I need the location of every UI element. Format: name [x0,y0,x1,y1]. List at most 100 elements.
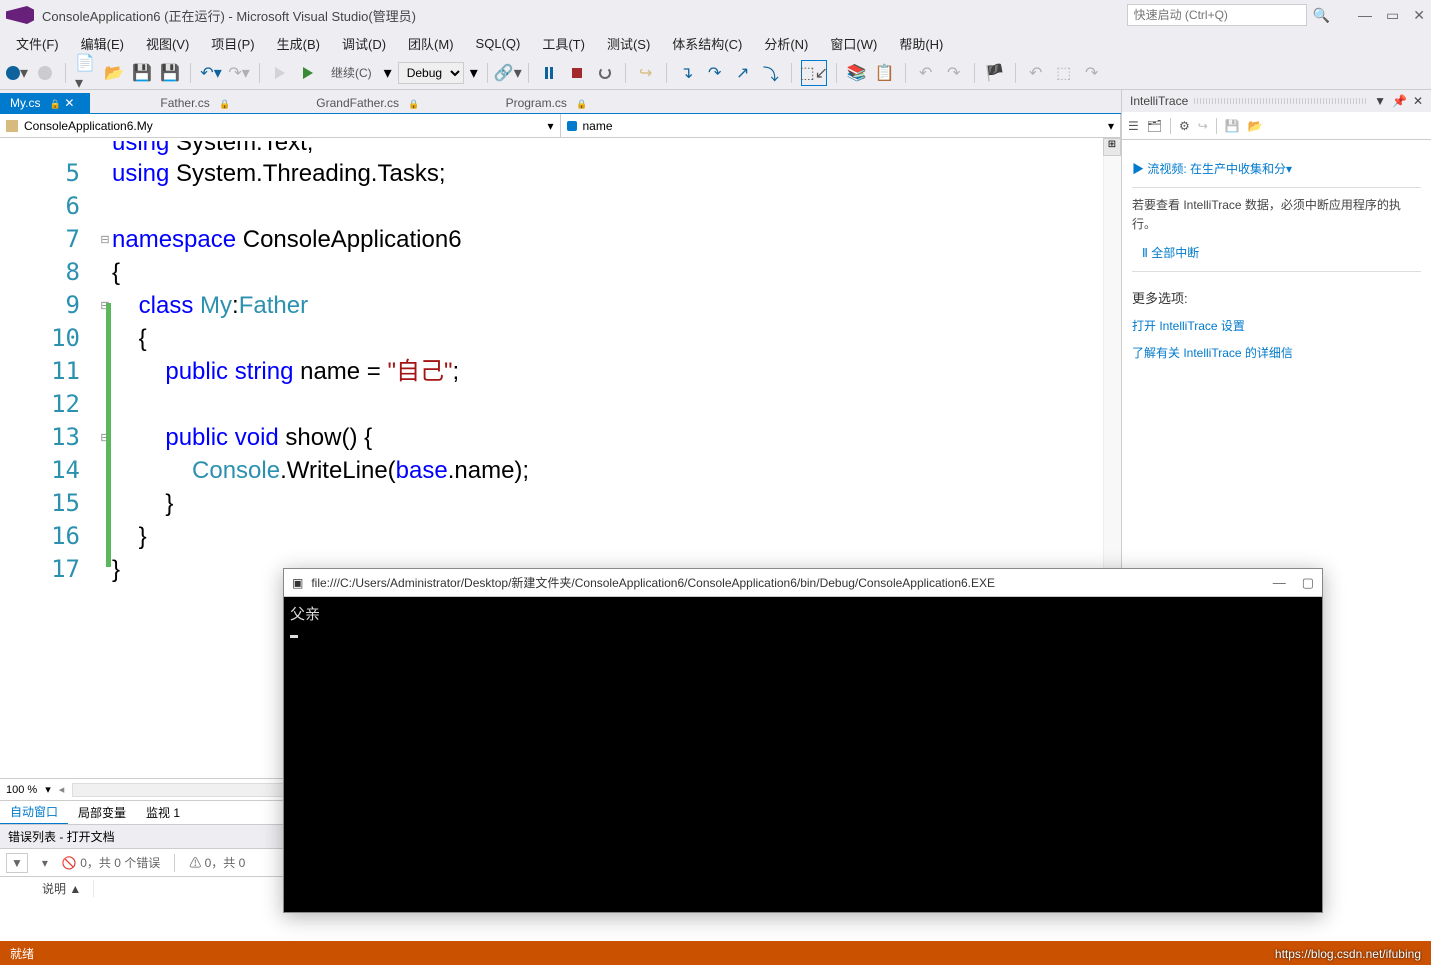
step-into-button[interactable]: ↴ [676,62,698,84]
menu-item[interactable]: 体系结构(C) [662,32,752,55]
console-maximize[interactable]: ▢ [1302,575,1314,591]
menu-item[interactable]: 调试(D) [332,32,396,55]
more-options-label: 更多选项: [1132,288,1421,307]
search-icon[interactable]: 🔍 [1307,7,1336,24]
flag-button[interactable]: 🏴 [984,62,1006,84]
extra1-button[interactable]: ↶ [1025,62,1047,84]
redo-button[interactable]: ↷▾ [228,62,250,84]
file-tab[interactable]: Program.cs 🔒 [496,93,604,113]
nav-forward-button[interactable] [34,62,56,84]
minimize-button[interactable]: — [1358,7,1372,24]
threads-button[interactable]: 📋 [874,62,896,84]
open-button[interactable]: 📂 [103,62,125,84]
extra3-button[interactable]: ↷ [1081,62,1103,84]
field-icon [567,121,577,131]
output-tab[interactable]: 自动窗口 [0,800,68,825]
output-tab[interactable]: 局部变量 [68,801,136,824]
it-save-icon[interactable]: 💾 [1225,119,1240,133]
class-icon [6,120,18,132]
title-bar: ConsoleApplication6 (正在运行) - Microsoft V… [0,0,1431,30]
restart-button[interactable] [594,62,616,84]
step-button[interactable]: ⤵ [760,62,782,84]
member-combo[interactable]: name ▾ [561,114,1122,137]
pause-button[interactable] [538,62,560,84]
nav-back-button[interactable]: ▾ [6,62,28,84]
quick-launch-input[interactable] [1127,4,1307,26]
menu-item[interactable]: 团队(M) [398,32,464,55]
nav-strip: ConsoleApplication6.My ▾ name ▾ [0,114,1121,138]
status-bar: 就绪 [0,941,1431,965]
menu-item[interactable]: 编辑(E) [71,32,134,55]
change-indicator [106,303,111,567]
learn-more-link[interactable]: 了解有关 IntelliTrace 的详细信 [1132,344,1421,361]
menu-item[interactable]: 帮助(H) [889,32,953,55]
menu-item[interactable]: 生成(B) [267,32,330,55]
class-combo[interactable]: ConsoleApplication6.My ▾ [0,114,561,137]
file-tab[interactable]: My.cs 🔒 ✕ [0,93,90,113]
it-list-icon[interactable]: ☰ [1128,119,1139,133]
it-arrow-icon[interactable]: ↪ [1198,119,1208,133]
menu-item[interactable]: 视图(V) [136,32,199,55]
file-tabs: My.cs 🔒 ✕ Father.cs 🔒 GrandFather.cs 🔒 Prog… [0,90,1121,114]
menu-item[interactable]: SQL(Q) [466,34,531,53]
new-project-button[interactable]: 📄▾ [75,62,97,84]
chevron-down-icon: ▾ [547,119,553,133]
error-count[interactable]: 🚫 0，共 0 个错误 [62,854,160,871]
file-tab[interactable]: GrandFather.cs 🔒 [306,93,435,113]
start-button-grey[interactable] [269,62,291,84]
hex-toggle[interactable]: ⬚↙ [801,60,827,86]
stop-button[interactable] [566,62,588,84]
console-output: 父亲 [284,597,1322,912]
config-select[interactable]: Debug [398,62,464,84]
warning-count[interactable]: ⚠ 0，共 0 [189,854,245,871]
filter-button[interactable]: ▼ [6,853,28,873]
show-next-button[interactable]: ↪ [635,62,657,84]
undo-db-button[interactable]: ↶ [915,62,937,84]
close-button[interactable]: ✕ [1413,7,1425,24]
open-settings-link[interactable]: 打开 IntelliTrace 设置 [1132,317,1421,334]
redo-db-button[interactable]: ↷ [943,62,965,84]
console-window[interactable]: ▣ file:///C:/Users/Administrator/Desktop… [283,568,1323,913]
window-title: ConsoleApplication6 (正在运行) - Microsoft V… [42,6,1119,25]
output-tab[interactable]: 监视 1 [136,801,190,824]
menu-item[interactable]: 文件(F) [6,32,69,55]
toolbar: ▾ 📄▾ 📂 💾 💾 ↶▾ ↷▾ 继续(C)▾ Debug▾ 🔗▾ ↪ ↴ ↷ … [0,56,1431,90]
intellitrace-msg: 若要查看 IntelliTrace 数据，必须中断应用程序的执行。 [1132,196,1421,234]
continue-button[interactable] [297,62,319,84]
it-open-icon[interactable]: 📂 [1248,119,1263,133]
step-out-button[interactable]: ↗ [732,62,754,84]
menu-item[interactable]: 项目(P) [201,32,264,55]
menu-item[interactable]: 工具(T) [532,32,595,55]
file-tab[interactable]: Father.cs 🔒 [150,93,246,113]
step-over-button[interactable]: ↷ [704,62,726,84]
split-editor-icon[interactable]: ⊞ [1103,138,1121,156]
undo-button[interactable]: ↶▾ [200,62,222,84]
pin-icon[interactable]: 📌 [1392,94,1407,108]
maximize-button[interactable]: ▭ [1386,7,1399,24]
menu-item[interactable]: 分析(N) [754,32,818,55]
menu-bar: 文件(F)编辑(E)视图(V)项目(P)生成(B)调试(D)团队(M)SQL(Q… [0,30,1431,56]
continue-label[interactable]: 继续(C) [325,62,378,83]
extra2-button[interactable]: ⬚ [1053,62,1075,84]
vs-logo-icon [6,6,34,24]
frames-button[interactable]: 📚 [846,62,868,84]
footer-link: https://blog.csdn.net/ifubing [1275,947,1421,961]
intellitrace-title: IntelliTrace [1130,94,1188,108]
break-all-link[interactable]: Ⅱ 全部中断 [1142,244,1421,261]
it-tree-icon[interactable]: 🗂 [1147,119,1162,133]
menu-item[interactable]: 测试(S) [597,32,660,55]
dropdown-icon[interactable]: ▼ [1374,94,1386,108]
menu-item[interactable]: 窗口(W) [820,32,887,55]
col-description[interactable]: 说明 ▲ [30,880,94,897]
video-link[interactable]: ▶ 流视频: 在生产中收集和分▾ [1132,160,1421,177]
close-panel-icon[interactable]: ✕ [1413,94,1423,108]
class-name: ConsoleApplication6.My [24,119,153,133]
it-gear-icon[interactable]: ⚙ [1179,119,1190,133]
save-button[interactable]: 💾 [131,62,153,84]
browser-link-button[interactable]: 🔗▾ [497,62,519,84]
console-title-text: file:///C:/Users/Administrator/Desktop/新… [311,574,1264,591]
save-all-button[interactable]: 💾 [159,62,181,84]
zoom-level[interactable]: 100 % [6,784,37,796]
console-minimize[interactable]: — [1273,575,1286,591]
chevron-down-icon: ▾ [1108,119,1114,133]
